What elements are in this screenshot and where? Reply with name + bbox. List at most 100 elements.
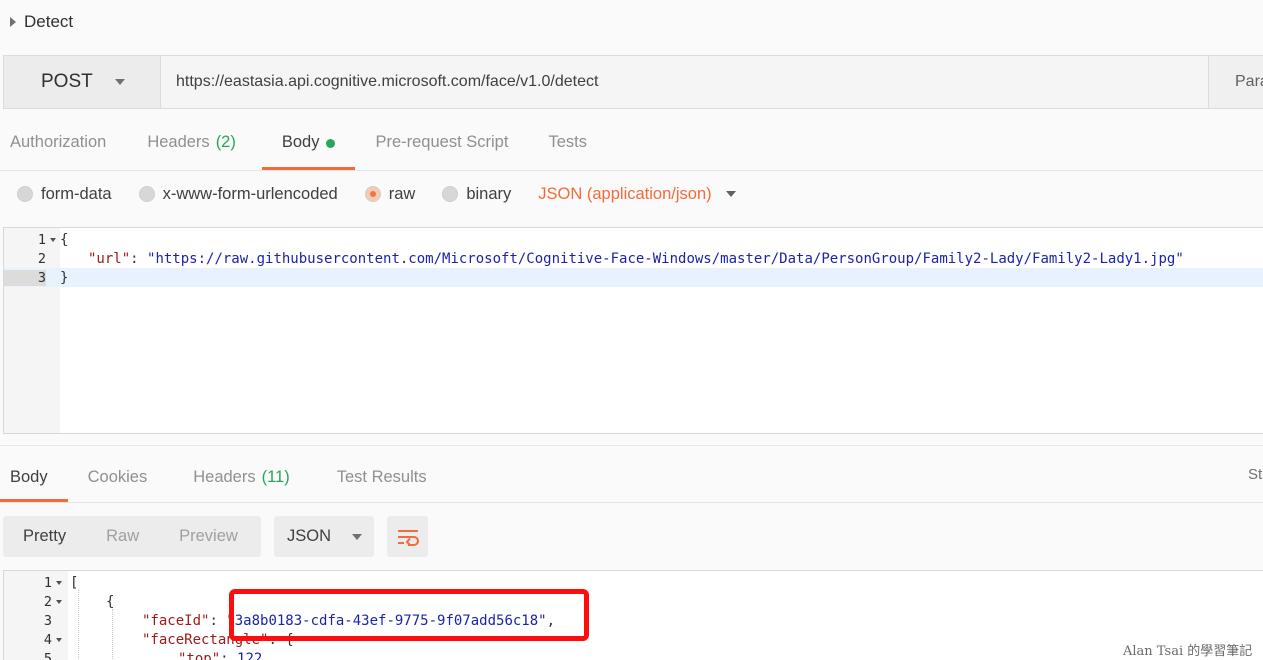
- response-tabs: Body Cookies Headers (11) Test Results: [0, 452, 1263, 503]
- tab-tests[interactable]: Tests: [528, 115, 607, 170]
- url-text: https://eastasia.api.cognitive.microsoft…: [176, 73, 599, 90]
- chevron-down-icon: [725, 191, 736, 197]
- annotation-highlight-box: [229, 589, 589, 641]
- format-select[interactable]: JSON: [274, 516, 374, 557]
- response-body-viewer[interactable]: 1 [ 2 { 3 "faceId": "3a8b0183-cdfa-43ef-…: [3, 570, 1263, 660]
- mode-form-data[interactable]: form-data: [17, 185, 112, 204]
- resp-tab-headers[interactable]: Headers (11): [167, 452, 310, 502]
- mode-urlencoded[interactable]: x-www-form-urlencoded: [138, 184, 338, 204]
- fold-toggle[interactable]: [52, 580, 66, 585]
- mode-raw[interactable]: raw: [364, 185, 415, 204]
- code-line: 2 {: [4, 592, 1263, 611]
- tab-authorization[interactable]: Authorization: [0, 115, 126, 170]
- view-preview[interactable]: Preview: [159, 527, 258, 546]
- json-sep: :: [220, 650, 238, 660]
- wrap-lines-button[interactable]: [387, 516, 428, 557]
- fold-caret-icon: [50, 237, 56, 242]
- mode-label: x-www-form-urlencoded: [162, 184, 338, 203]
- watermark: Alan Tsai 的學習筆記: [1123, 644, 1253, 659]
- method-select[interactable]: POST: [4, 56, 161, 108]
- radio-checked-icon[interactable]: [364, 186, 381, 202]
- line-number: 3: [43, 612, 52, 629]
- json-number: 122: [237, 650, 263, 660]
- params-button[interactable]: Para: [1209, 56, 1263, 108]
- status-label: St: [1248, 466, 1263, 483]
- code-text: {: [60, 231, 69, 248]
- request-name: Detect: [24, 12, 74, 31]
- url-bar: POST https://eastasia.api.cognitive.micr…: [3, 55, 1263, 109]
- tab-label: Authorization: [10, 133, 107, 151]
- request-tabs: Authorization Headers (2) Body Pre-reque…: [0, 115, 1263, 171]
- json-key: "faceId": [142, 612, 210, 629]
- tab-label: Test Results: [336, 467, 427, 486]
- code-line: 2 "url": "https://raw.githubusercontent.…: [4, 249, 1263, 268]
- chevron-down-icon: [352, 533, 363, 540]
- code-text: "top": 122: [66, 651, 262, 660]
- radio-icon[interactable]: [442, 186, 459, 202]
- mode-binary[interactable]: binary: [442, 185, 511, 204]
- method-label: POST: [41, 71, 93, 92]
- code-line-active: 3 }: [4, 268, 1263, 287]
- code-line: 1 [: [4, 573, 1263, 592]
- tab-label: Pre-request Script: [375, 133, 509, 151]
- view-raw[interactable]: Raw: [86, 527, 159, 546]
- body-mode-options: form-data x-www-form-urlencoded raw bina…: [17, 179, 736, 209]
- request-title[interactable]: Detect: [10, 10, 73, 34]
- collapse-caret-icon[interactable]: [10, 17, 16, 27]
- tab-label: Tests: [548, 133, 587, 151]
- line-number: 2: [37, 250, 46, 267]
- code-line: 1 {: [4, 230, 1263, 249]
- tab-pre-request-script[interactable]: Pre-request Script: [355, 115, 528, 170]
- tab-count: (11): [261, 467, 290, 486]
- request-body-editor[interactable]: 1 { 2 "url": "https://raw.githubusercont…: [3, 227, 1263, 434]
- json-key: "url": [88, 250, 131, 267]
- mode-label: binary: [466, 184, 512, 203]
- fold-toggle[interactable]: [46, 237, 60, 242]
- mode-label: form-data: [41, 184, 112, 203]
- tab-label: Headers: [147, 133, 210, 151]
- view-pretty[interactable]: Pretty: [3, 527, 86, 546]
- line-number: 1: [43, 574, 52, 591]
- line-number: 5: [43, 650, 52, 660]
- code-text: "url": "https://raw.githubusercontent.co…: [60, 251, 1184, 267]
- code-line: 3 "faceId": "3a8b0183-cdfa-43ef-9775-9f0…: [4, 611, 1263, 630]
- tab-label: Cookies: [87, 467, 148, 486]
- resp-tab-cookies[interactable]: Cookies: [68, 452, 168, 502]
- fold-caret-icon: [56, 599, 62, 604]
- json-value: "https://raw.githubusercontent.com/Micro…: [147, 250, 1184, 267]
- code-text: }: [60, 269, 69, 286]
- format-label: JSON: [287, 527, 332, 545]
- code-text: [: [70, 574, 79, 591]
- line-number: 1: [37, 231, 46, 248]
- tab-headers[interactable]: Headers (2): [126, 115, 256, 170]
- resp-tab-test-results[interactable]: Test Results: [310, 452, 447, 502]
- content-type-select[interactable]: JSON (application/json): [538, 184, 736, 204]
- resp-tab-body[interactable]: Body: [0, 452, 68, 502]
- url-input[interactable]: https://eastasia.api.cognitive.microsoft…: [161, 56, 1209, 108]
- view-mode-toggle: Pretty Raw Preview: [3, 516, 261, 557]
- fold-caret-icon: [56, 637, 62, 642]
- tab-body[interactable]: Body: [261, 115, 356, 170]
- fold-toggle[interactable]: [52, 599, 66, 604]
- fold-caret-icon: [56, 580, 62, 585]
- content-type-label: JSON (application/json): [538, 184, 712, 203]
- line-number: 2: [43, 593, 52, 610]
- params-label: Para: [1235, 73, 1263, 90]
- fold-toggle[interactable]: [52, 637, 66, 642]
- code-line: 4 "faceRectangle": {: [4, 630, 1263, 649]
- json-sep: :: [130, 250, 148, 267]
- json-sep: :: [209, 612, 227, 629]
- tab-label: Headers: [193, 467, 256, 486]
- tab-count: (2): [215, 133, 236, 151]
- tab-label: Body: [281, 133, 320, 151]
- json-key: "top": [178, 650, 221, 660]
- radio-icon[interactable]: [138, 186, 155, 202]
- line-number: 3: [4, 269, 46, 286]
- code-line: 5 "top": 122: [4, 649, 1263, 660]
- wrap-lines-icon: [397, 529, 419, 546]
- chevron-down-icon: [114, 79, 125, 85]
- radio-icon[interactable]: [17, 186, 33, 202]
- code-text: {: [106, 593, 115, 610]
- modified-dot-icon: [326, 138, 336, 148]
- tab-label: Body: [10, 467, 48, 486]
